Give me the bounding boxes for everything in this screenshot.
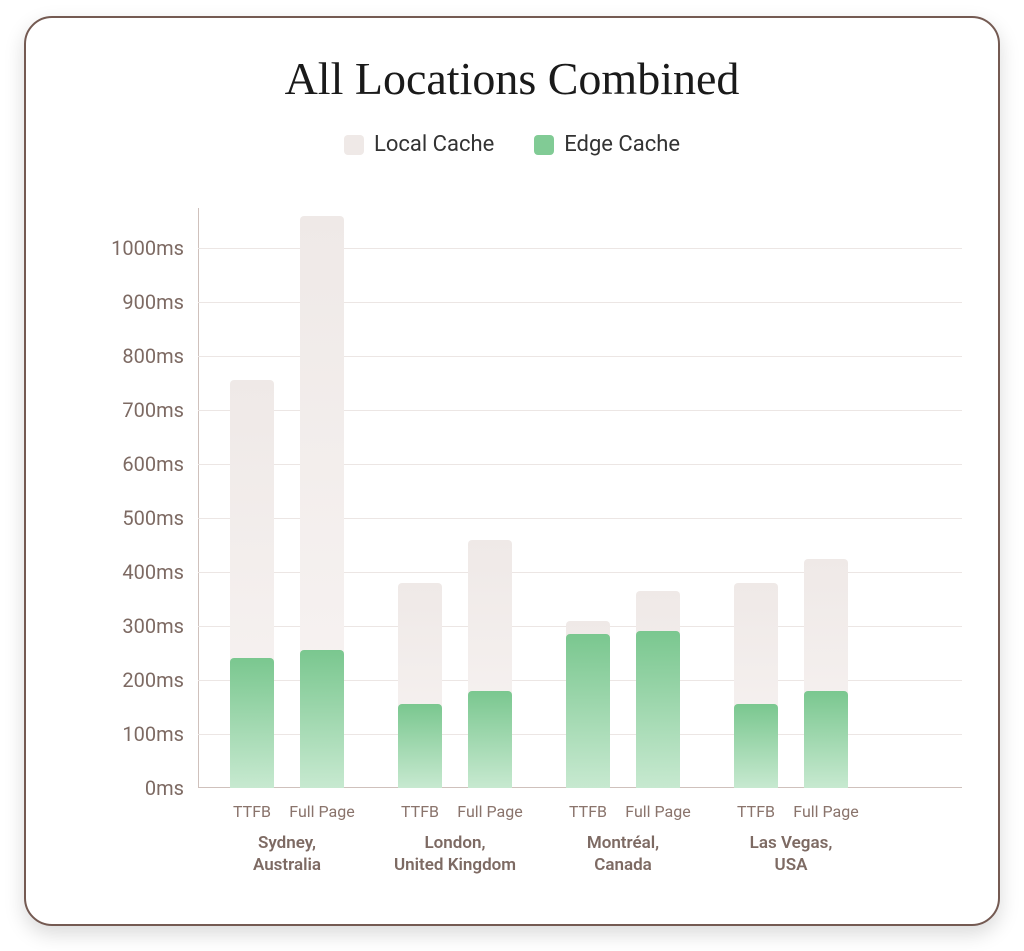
x-sub-label: Full Page	[289, 802, 354, 821]
chart-title: All Locations Combined	[26, 52, 998, 105]
y-tick-label: 100ms	[122, 722, 184, 746]
x-sub-label: TTFB	[737, 802, 775, 821]
legend-item-local: Local Cache	[344, 132, 494, 157]
y-axis-line	[198, 208, 199, 788]
bar-edge	[398, 704, 442, 788]
bar-edge	[636, 631, 680, 788]
y-tick-label: 300ms	[122, 614, 184, 638]
y-tick-label: 1000ms	[111, 236, 184, 260]
legend-label-edge: Edge Cache	[564, 132, 680, 157]
chart-card: All Locations Combined Local Cache Edge …	[24, 16, 1000, 926]
x-sub-label: TTFB	[569, 802, 607, 821]
y-tick-label: 500ms	[122, 506, 184, 530]
bar-edge	[230, 658, 274, 788]
x-sub-label: Full Page	[457, 802, 522, 821]
bar-edge	[566, 634, 610, 788]
legend-swatch-local	[344, 135, 364, 155]
x-sub-label: Full Page	[625, 802, 690, 821]
bar-edge	[300, 650, 344, 788]
y-tick-label: 600ms	[122, 452, 184, 476]
legend-swatch-edge	[534, 135, 554, 155]
x-group-label: London, United Kingdom	[394, 832, 516, 876]
x-group-label: Sydney, Australia	[253, 832, 321, 876]
chart-legend: Local Cache Edge Cache	[26, 132, 998, 157]
y-tick-label: 0ms	[145, 776, 184, 800]
bar-edge	[468, 691, 512, 788]
legend-label-local: Local Cache	[374, 132, 494, 157]
bar-edge	[804, 691, 848, 788]
y-tick-label: 700ms	[122, 398, 184, 422]
legend-item-edge: Edge Cache	[534, 132, 680, 157]
bar-edge	[734, 704, 778, 788]
x-group-label: Montréal, Canada	[587, 832, 659, 876]
x-sub-label: TTFB	[401, 802, 439, 821]
y-tick-label: 200ms	[122, 668, 184, 692]
x-group-label: Las Vegas, USA	[750, 832, 833, 876]
x-sub-label: Full Page	[793, 802, 858, 821]
chart-plot-area: 0ms100ms200ms300ms400ms500ms600ms700ms80…	[198, 248, 962, 788]
y-tick-label: 400ms	[122, 560, 184, 584]
y-tick-label: 900ms	[122, 290, 184, 314]
y-tick-label: 800ms	[122, 344, 184, 368]
x-sub-label: TTFB	[233, 802, 271, 821]
